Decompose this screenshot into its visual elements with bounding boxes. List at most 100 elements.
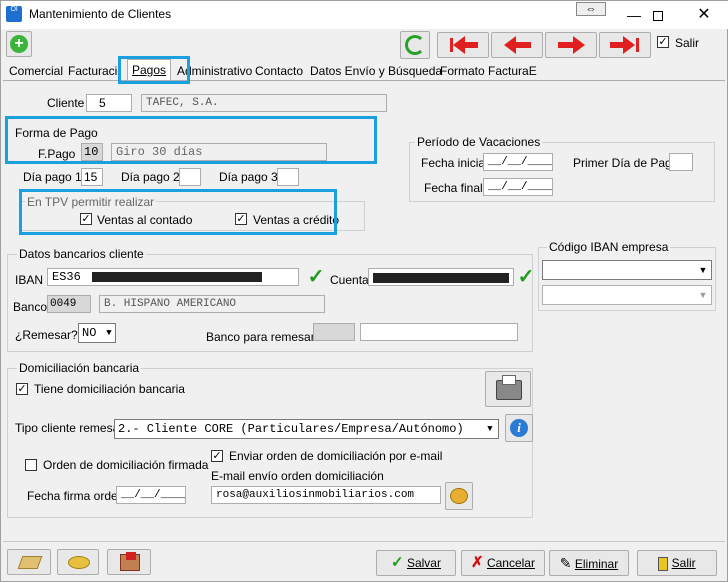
tab-comercial[interactable]: Comercial — [5, 61, 67, 81]
app-icon: Ol — [6, 6, 22, 22]
tab-datos-envio[interactable]: Datos Envío y Búsqueda — [306, 61, 446, 81]
banco-remesar-name-field — [360, 323, 518, 341]
cuenta-label: Cuenta — [330, 273, 369, 287]
email-send-button[interactable] — [445, 482, 473, 510]
remesar-value: NO — [82, 326, 97, 340]
fecha-inicial-label: Fecha inicial — [421, 156, 488, 170]
banco-name-field: B. HISPANO AMERICANO — [99, 295, 325, 313]
last-record-button[interactable] — [599, 32, 651, 58]
fecha-final-label: Fecha final — [424, 181, 483, 195]
salir-button[interactable]: Salir — [637, 550, 717, 576]
cancel-x-icon: ✗ — [471, 554, 484, 571]
cliente-code-field[interactable]: 5 — [86, 94, 132, 112]
banco-code-field[interactable]: 0049 — [47, 295, 91, 313]
salir-checkbox[interactable]: ✓ — [657, 36, 669, 48]
dia-pago-3-field[interactable] — [277, 168, 299, 186]
resize-arrows-icon[interactable]: ⇔ — [576, 2, 606, 16]
orden-firmada-checkbox[interactable] — [25, 459, 37, 471]
banco-remesar-code-field[interactable] — [313, 323, 355, 341]
previous-record-button[interactable] — [491, 32, 543, 58]
enviar-email-label: Enviar orden de domiciliación por e-mail — [229, 449, 443, 463]
enviar-email-checkbox[interactable]: ✓ — [211, 450, 223, 462]
main-window: Ol Mantenimiento de Clientes ⇔ — ✕ + ✓ S… — [0, 0, 728, 582]
tab-contacto[interactable]: Contacto — [251, 61, 307, 81]
refresh-button[interactable] — [400, 31, 430, 59]
refresh-icon — [405, 35, 425, 55]
bancarios-group-label: Datos bancarios cliente — [17, 247, 146, 261]
check-icon: ✓ — [391, 554, 404, 571]
chevron-down-icon: ▼ — [106, 328, 112, 338]
primer-dia-label: Primer Día de Pago — [573, 156, 679, 170]
bottom-tool-button-1[interactable] — [7, 549, 51, 575]
dia-pago-2-field[interactable] — [179, 168, 201, 186]
eliminar-label: Eliminar — [574, 557, 619, 571]
vacaciones-group-label: Período de Vacaciones — [415, 135, 543, 149]
tiene-domiciliacion-checkbox[interactable]: ✓ — [16, 383, 28, 395]
orden-firmada-label: Orden de domiciliación firmada — [43, 458, 209, 472]
salvar-button[interactable]: ✓ Salvar — [376, 550, 456, 576]
last-arrow-icon — [610, 42, 624, 48]
email-label: E-mail envío orden domiciliación — [211, 469, 384, 483]
fecha-firma-field[interactable]: __/__/____ — [116, 486, 186, 504]
close-button[interactable]: ✕ — [681, 1, 727, 29]
cuenta-redacted — [373, 272, 509, 283]
bottom-separator — [3, 541, 725, 542]
dia-pago-1-label: Día pago 1 — [23, 170, 82, 184]
tab-formato-facturae[interactable]: Formato FacturaE — [436, 61, 541, 81]
info-icon: i — [510, 419, 528, 437]
iban-label: IBAN — [15, 273, 44, 287]
pagos-tab-highlight — [118, 56, 190, 84]
add-button[interactable]: + — [6, 31, 32, 57]
tipo-remesa-select[interactable]: 2.- Cliente CORE (Particulares/Empresa/A… — [114, 419, 499, 439]
tipo-remesa-value: 2.- Cliente CORE (Particulares/Empresa/A… — [118, 422, 464, 436]
salir-button-label: Salir — [671, 556, 696, 570]
next-record-button[interactable] — [545, 32, 597, 58]
iban-field[interactable]: ES36 — [47, 268, 299, 286]
remesar-label: ¿Remesar? — [15, 328, 78, 342]
cliente-name-field: TAFEC, S.A. — [141, 94, 387, 112]
title-bar: Ol Mantenimiento de Clientes ⇔ — ✕ — [1, 1, 728, 29]
tab-facturacion[interactable]: Facturación — [64, 61, 120, 81]
iban-valid-icon: ✓ — [307, 266, 325, 288]
coins-icon — [68, 556, 90, 569]
banco-label: Banco — [13, 300, 48, 314]
email-field[interactable]: rosa@auxiliosinmobiliarios.com — [211, 486, 441, 504]
iban-redacted — [92, 271, 263, 282]
forma-pago-highlight — [5, 116, 377, 164]
fecha-firma-label: Fecha firma orden — [27, 489, 125, 503]
dia-pago-3-label: Día pago 3 — [219, 170, 278, 184]
cancelar-button[interactable]: ✗ Cancelar — [461, 550, 545, 576]
iban-empresa-select-1[interactable]: ▼ — [542, 260, 712, 280]
cuenta-field[interactable] — [368, 268, 514, 286]
bottom-tool-button-3[interactable] — [107, 549, 151, 575]
eliminar-button[interactable]: ✎ Eliminar — [549, 550, 629, 576]
cuenta-valid-icon: ✓ — [517, 266, 535, 288]
eraser-icon: ✎ — [559, 555, 572, 571]
tiene-domiciliacion-label: Tiene domiciliación bancaria — [34, 382, 185, 396]
info-button[interactable]: i — [505, 414, 533, 442]
cancelar-label: Cancelar — [486, 556, 535, 570]
salir-label: Salir — [675, 36, 700, 50]
iban-empresa-group-label: Código IBAN empresa — [547, 240, 671, 254]
domiciliacion-group-label: Domiciliación bancaria — [17, 361, 142, 375]
dia-pago-1-field[interactable]: 15 — [81, 168, 103, 186]
iban-empresa-select-2[interactable]: ▼ — [542, 285, 712, 305]
tab-underline — [3, 80, 725, 81]
primer-dia-field[interactable] — [669, 153, 693, 171]
maximize-button[interactable] — [635, 1, 681, 29]
remesar-select[interactable]: NO ▼ — [78, 323, 116, 343]
banco-remesar-label: Banco para remesar — [206, 330, 315, 344]
iban-prefix: ES36 — [52, 270, 81, 284]
window-title: Mantenimiento de Clientes — [29, 7, 172, 21]
chevron-down-icon: ▼ — [487, 424, 493, 434]
printer-button[interactable] — [485, 371, 531, 407]
folder-icon — [17, 556, 43, 569]
bottom-tool-button-2[interactable] — [57, 549, 99, 575]
fecha-final-field[interactable]: __/__/____ — [483, 178, 553, 196]
tipo-remesa-label: Tipo cliente remesa — [15, 421, 120, 435]
graduation-cap-icon — [450, 488, 468, 504]
first-record-button[interactable] — [437, 32, 489, 58]
fecha-inicial-field[interactable]: __/__/____ — [483, 153, 553, 171]
chevron-down-icon: ▼ — [698, 290, 708, 300]
cliente-label: Cliente — [47, 96, 85, 110]
